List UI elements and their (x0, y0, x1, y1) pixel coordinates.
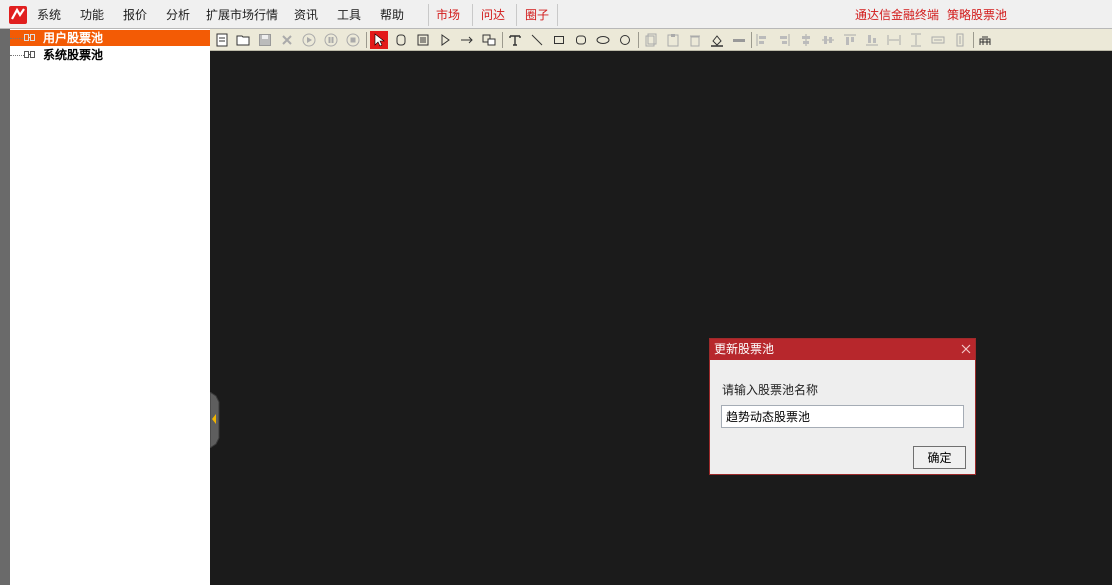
tab-circle[interactable]: 圈子 (525, 7, 549, 23)
align-top-icon[interactable] (841, 31, 859, 49)
menu-separator (428, 4, 429, 26)
menu-quote[interactable]: 报价 (123, 7, 147, 23)
dialog-prompt: 请输入股票池名称 (722, 383, 819, 397)
tree-connector (10, 38, 24, 39)
link-tdx-terminal[interactable]: 通达信金融终端 (855, 7, 939, 23)
tree-item-label: 用户股票池 (43, 31, 104, 45)
dialog-title: 更新股票池 (714, 342, 775, 356)
note-icon[interactable] (414, 31, 432, 49)
line-width-icon[interactable] (730, 31, 748, 49)
menu-separator (557, 4, 558, 26)
menu-separator (472, 4, 473, 26)
menu-tools[interactable]: 工具 (337, 7, 361, 23)
menu-bar: 系统 功能 报价 分析 扩展市场行情 资讯 工具 帮助 市场 问达 圈子 通达信… (0, 0, 1112, 29)
align-right-icon[interactable] (775, 31, 793, 49)
paste-icon[interactable] (664, 31, 682, 49)
tree-connector (10, 55, 24, 56)
group-icon[interactable] (480, 31, 498, 49)
dialog-titlebar[interactable]: 更新股票池 (710, 339, 975, 360)
text-icon[interactable] (506, 31, 524, 49)
align-left-icon[interactable] (753, 31, 771, 49)
fill-icon[interactable] (708, 31, 726, 49)
pointer-icon[interactable] (370, 31, 388, 49)
trash-icon[interactable] (686, 31, 704, 49)
tree-node-icon (24, 34, 35, 41)
save-icon[interactable] (256, 31, 274, 49)
tree-item-user-pool[interactable]: 用户股票池 (10, 30, 210, 46)
toolbar-separator (638, 32, 639, 48)
triangle-icon[interactable] (436, 31, 454, 49)
open-icon[interactable] (234, 31, 252, 49)
drawing-toolbar (210, 29, 1112, 51)
stop-icon[interactable] (344, 31, 362, 49)
close-icon[interactable] (960, 343, 972, 355)
sidebar-collapse-handle[interactable] (210, 392, 220, 448)
pool-name-input[interactable] (721, 405, 964, 428)
arrow-icon[interactable] (458, 31, 476, 49)
pause-icon[interactable] (322, 31, 340, 49)
app-logo-icon[interactable] (9, 6, 27, 24)
circle-icon[interactable] (616, 31, 634, 49)
align-center-icon[interactable] (797, 31, 815, 49)
link-strategy-pool[interactable]: 策略股票池 (947, 7, 1007, 23)
drawing-canvas[interactable] (210, 51, 1112, 585)
toolbar-separator (751, 32, 752, 48)
menu-extended-market[interactable]: 扩展市场行情 (206, 7, 278, 23)
distribute-h-icon[interactable] (929, 31, 947, 49)
copy-icon[interactable] (642, 31, 660, 49)
align-middle-icon[interactable] (819, 31, 837, 49)
tree-item-label: 系统股票池 (43, 48, 104, 62)
line-icon[interactable] (528, 31, 546, 49)
tree-item-system-pool[interactable]: 系统股票池 (10, 47, 210, 63)
stock-pool-tree: 用户股票池 系统股票池 (10, 29, 210, 585)
align-bottom-icon[interactable] (863, 31, 881, 49)
toolbar-separator (973, 32, 974, 48)
menu-system[interactable]: 系统 (37, 7, 61, 23)
ok-button[interactable]: 确定 (913, 446, 966, 469)
same-height-icon[interactable] (907, 31, 925, 49)
rectangle-icon[interactable] (550, 31, 568, 49)
select-icon[interactable] (392, 31, 410, 49)
ellipse-icon[interactable] (594, 31, 612, 49)
menu-analysis[interactable]: 分析 (166, 7, 190, 23)
new-icon[interactable] (213, 31, 231, 49)
grid-icon[interactable] (976, 31, 994, 49)
left-edge (0, 29, 10, 585)
delete-icon[interactable] (278, 31, 296, 49)
menu-separator (516, 4, 517, 26)
tab-wenda[interactable]: 问达 (481, 7, 505, 23)
play-icon[interactable] (300, 31, 318, 49)
toolbar-separator (366, 32, 367, 48)
update-pool-dialog: 更新股票池 请输入股票池名称 确定 (709, 338, 976, 475)
rounded-rect-icon[interactable] (572, 31, 590, 49)
toolbar-separator (502, 32, 503, 48)
distribute-v-icon[interactable] (951, 31, 969, 49)
menu-function[interactable]: 功能 (80, 7, 104, 23)
menu-news[interactable]: 资讯 (294, 7, 318, 23)
same-width-icon[interactable] (885, 31, 903, 49)
menu-help[interactable]: 帮助 (380, 7, 404, 23)
tab-market[interactable]: 市场 (436, 7, 460, 23)
tree-node-icon (24, 51, 35, 58)
